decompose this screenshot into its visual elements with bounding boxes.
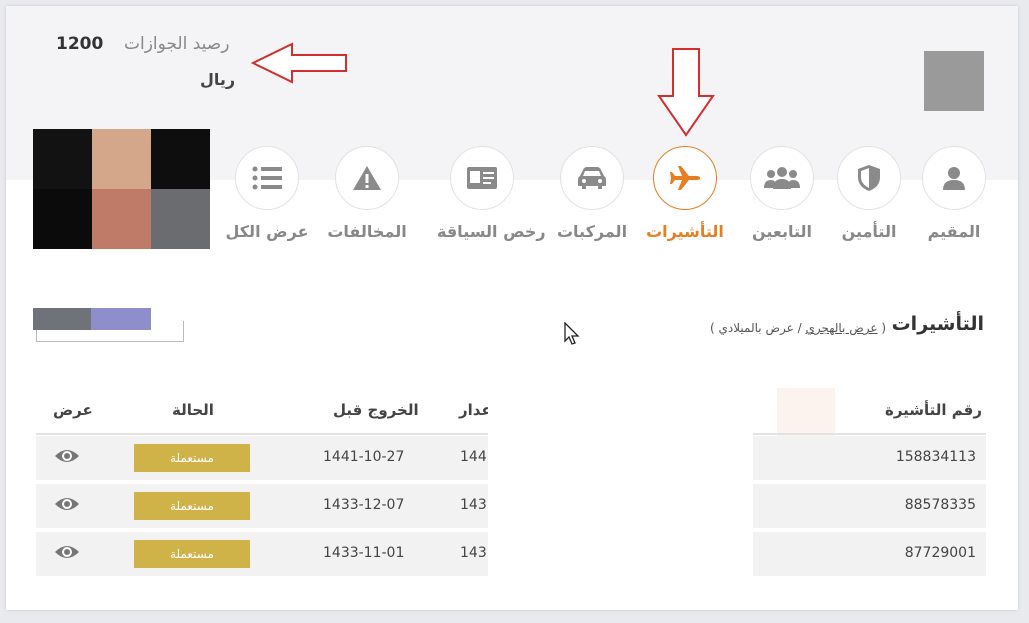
issue-partial: 144	[460, 449, 487, 465]
user-icon	[943, 167, 965, 190]
category-violations[interactable]: المخالفات	[322, 146, 412, 241]
visa-number: 158834113	[895, 449, 976, 465]
issue-partial: 143	[460, 545, 487, 561]
category-label: المقيم	[927, 222, 981, 241]
category-view-all[interactable]: عرض الكل	[222, 146, 312, 241]
category-driving-licenses[interactable]: رخص السياقة	[437, 146, 546, 241]
visa-number: 87729001	[904, 545, 976, 561]
eye-icon[interactable]	[54, 543, 80, 561]
list-icon	[252, 166, 282, 190]
header-visa-number: رقم التأشيرة	[884, 401, 982, 419]
exit-before-date: 1441-10-27	[323, 449, 405, 465]
eye-icon[interactable]	[54, 495, 80, 513]
annotation-arrow-left-icon	[250, 42, 347, 84]
logo-placeholder	[924, 51, 984, 111]
exit-before-date: 1433-12-07	[323, 497, 405, 513]
eye-icon[interactable]	[54, 447, 80, 465]
header-view: عرض	[53, 401, 93, 419]
mouse-cursor-icon	[564, 322, 580, 345]
app-frame: 1200 رصيد الجوازات ريال المقيم التأمين ا…	[6, 6, 1018, 610]
header-issue-partial: عدار	[459, 401, 492, 419]
toggle-gregorian[interactable]: عرض بالميلادي	[719, 321, 794, 335]
category-label: التأمين	[841, 222, 897, 241]
header-band	[6, 6, 1018, 110]
header-status: الحالة	[172, 401, 214, 419]
section-title: التأشيرات	[891, 313, 984, 335]
category-dependents[interactable]: التابعين	[737, 146, 827, 241]
category-label: المخالفات	[327, 222, 407, 241]
category-label: التأشيرات	[646, 222, 724, 241]
status-badge: مستعملة	[134, 540, 250, 568]
issue-partial: 143	[460, 497, 487, 513]
header-exit-before: الخروج قبل	[333, 401, 419, 419]
category-label: المركبات	[556, 222, 628, 241]
redacted-block	[33, 308, 91, 330]
id-card-icon	[467, 167, 497, 189]
annotation-arrow-down-icon	[657, 48, 715, 137]
redacted-block	[488, 378, 753, 588]
toggle-hijri[interactable]: عرض بالهجري	[805, 321, 877, 335]
exit-before-date: 1433-11-01	[323, 545, 405, 561]
category-label: التابعين	[752, 222, 812, 241]
date-format-toggle: ( عرض بالهجري / عرض بالميلادي )	[710, 321, 886, 335]
users-icon	[764, 167, 800, 189]
category-label: عرض الكل	[225, 222, 309, 241]
category-vehicles[interactable]: المركبات	[547, 146, 637, 241]
category-label: رخص السياقة	[437, 222, 546, 241]
passport-balance-value: 1200	[56, 34, 104, 54]
visa-number: 88578335	[904, 497, 976, 513]
passport-balance-label: رصيد الجوازات	[124, 34, 230, 54]
redacted-block	[91, 308, 151, 330]
status-badge: مستعملة	[134, 444, 250, 472]
category-insurance[interactable]: التأمين	[824, 146, 914, 241]
shield-icon	[858, 165, 880, 191]
currency-label: ريال	[200, 70, 236, 89]
category-visas[interactable]: التأشيرات	[640, 146, 730, 241]
profile-photo-blurred	[33, 129, 210, 249]
warning-icon	[353, 166, 381, 190]
car-icon	[578, 167, 606, 189]
plane-icon	[670, 166, 700, 190]
category-resident[interactable]: المقيم	[909, 146, 999, 241]
status-badge: مستعملة	[134, 492, 250, 520]
